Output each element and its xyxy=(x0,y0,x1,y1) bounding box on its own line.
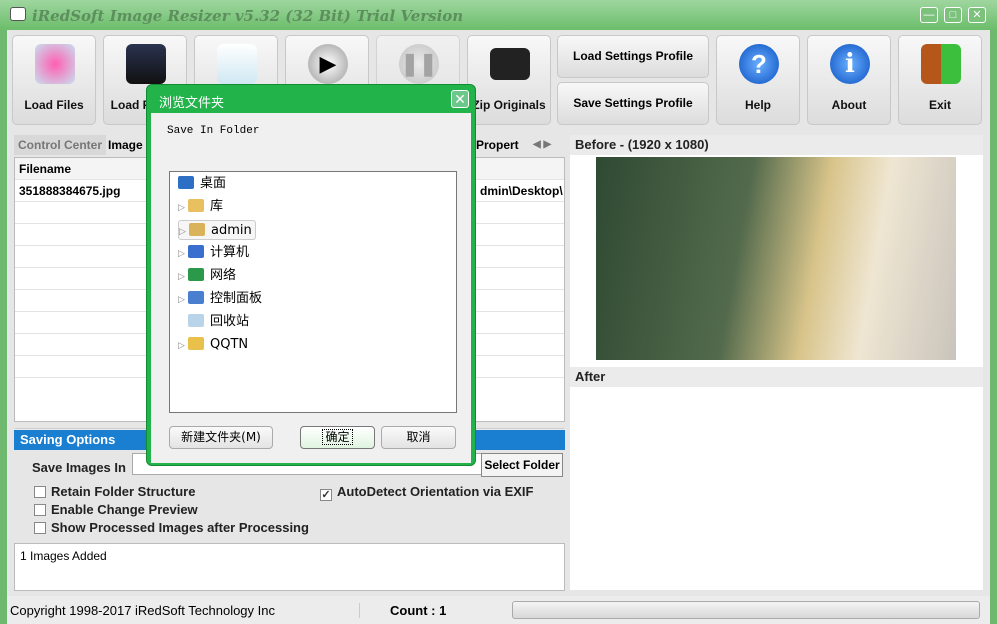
tree-item-label: 网络 xyxy=(210,268,237,283)
tree-item[interactable]: 回收站 xyxy=(178,312,249,332)
save-settings-profile-button[interactable]: Save Settings Profile xyxy=(557,82,709,125)
cancel-button[interactable]: 取消 xyxy=(381,426,456,449)
load-files-button[interactable]: Load Files xyxy=(12,35,96,125)
folder-icon xyxy=(188,291,204,304)
maximize-button[interactable]: □ xyxy=(944,7,962,23)
tab-control-center[interactable]: Control Center xyxy=(14,135,106,155)
close-button[interactable]: ✕ xyxy=(968,7,986,23)
exit-button[interactable]: Exit xyxy=(898,35,982,125)
tab-image[interactable]: Image xyxy=(104,135,147,155)
ok-button[interactable]: 确定 xyxy=(300,426,375,449)
exit-door-icon xyxy=(921,44,961,84)
tree-item-label: 控制面板 xyxy=(210,291,263,306)
tree-item[interactable]: 桌面 xyxy=(178,174,226,194)
expand-arrow-icon[interactable]: ▷ xyxy=(178,198,188,218)
zip-originals-button[interactable]: Zip Originals xyxy=(467,35,551,125)
tree-item[interactable]: ▷ 计算机 xyxy=(178,243,249,263)
save-images-in-label: Save Images In xyxy=(32,460,126,475)
count-text: Count : 1 xyxy=(359,603,509,618)
dialog-title: 浏览文件夹 xyxy=(159,95,225,110)
path-cell: dmin\Desktop\ xyxy=(480,184,563,198)
help-icon: ? xyxy=(739,44,779,84)
black-folder-icon xyxy=(490,48,530,80)
tree-item[interactable]: ▷ 网络 xyxy=(178,266,236,286)
window-title: iRedSoft Image Resizer v5.32 (32 Bit) Tr… xyxy=(32,7,464,25)
retain-folder-structure-checkbox[interactable]: Retain Folder Structure xyxy=(34,484,195,499)
tree-item-label: 计算机 xyxy=(210,245,250,260)
about-button[interactable]: i About xyxy=(807,35,891,125)
dialog-close-button[interactable]: ✕ xyxy=(451,90,469,108)
pause-icon: ❚❚ xyxy=(399,44,439,84)
show-processed-images-checkbox[interactable]: Show Processed Images after Processing xyxy=(34,520,309,535)
tree-item-label: admin xyxy=(211,223,252,238)
tree-item[interactable]: ▷ QQTN xyxy=(178,335,248,355)
autodetect-orientation-checkbox[interactable]: ✓ AutoDetect Orientation via EXIF xyxy=(320,484,533,501)
folder-icon xyxy=(188,245,204,258)
expand-arrow-icon[interactable]: ▷ xyxy=(178,244,188,264)
progress-bar xyxy=(512,601,980,619)
browse-folder-dialog: 浏览文件夹 ✕ Save In Folder 桌面 ▷ 库 ▷ admin ▷ 计算机 ▷ 网络… xyxy=(146,84,476,466)
expand-arrow-icon[interactable]: ▷ xyxy=(178,267,188,287)
expand-arrow-icon[interactable]: ▷ xyxy=(178,290,188,310)
folder-icon xyxy=(188,314,204,327)
camera-folder-icon xyxy=(126,44,166,84)
folder-icon xyxy=(188,199,204,212)
tree-item-label: 回收站 xyxy=(210,314,250,329)
flower-image-icon xyxy=(35,44,75,84)
help-button[interactable]: ? Help xyxy=(716,35,800,125)
info-icon: i xyxy=(830,44,870,84)
copyright-text: Copyright 1998-2017 iRedSoft Technology … xyxy=(10,603,275,618)
folder-tree[interactable]: 桌面 ▷ 库 ▷ admin ▷ 计算机 ▷ 网络 ▷ 控制面板 回收站 ▷ QQTN xyxy=(169,171,457,413)
tree-item[interactable]: ▷ 库 xyxy=(178,197,223,217)
title-bar: iRedSoft Image Resizer v5.32 (32 Bit) Tr… xyxy=(0,0,997,30)
new-folder-button[interactable]: 新建文件夹(M) xyxy=(169,426,273,449)
before-header: Before - (1920 x 1080) xyxy=(570,135,983,155)
blank-page-icon xyxy=(217,44,257,84)
expand-arrow-icon[interactable]: ▷ xyxy=(178,336,188,356)
log-box: 1 Images Added xyxy=(14,543,565,591)
folder-icon xyxy=(188,337,204,350)
folder-icon xyxy=(188,268,204,281)
tab-properties[interactable]: Propert xyxy=(472,135,523,155)
tree-item-label: 库 xyxy=(210,199,224,214)
tree-item[interactable]: ▷ admin xyxy=(178,220,256,240)
load-settings-profile-button[interactable]: Load Settings Profile xyxy=(557,35,709,78)
enable-change-preview-checkbox[interactable]: Enable Change Preview xyxy=(34,502,198,517)
play-icon: ▶ xyxy=(308,44,348,84)
tree-item-label: 桌面 xyxy=(200,176,227,191)
status-bar: Copyright 1998-2017 iRedSoft Technology … xyxy=(7,596,990,624)
filename-cell: 351888384675.jpg xyxy=(19,184,121,198)
tab-scroll-arrows[interactable]: ◀ ▶ ▼ xyxy=(529,135,565,170)
after-header: After xyxy=(570,367,983,387)
tree-item[interactable]: ▷ 控制面板 xyxy=(178,289,262,309)
preview-panel: Before - (1920 x 1080) After xyxy=(570,135,983,590)
expand-arrow-icon[interactable]: ▷ xyxy=(179,222,189,242)
folder-icon xyxy=(189,223,205,236)
folder-icon xyxy=(178,176,194,189)
select-folder-button[interactable]: Select Folder xyxy=(481,453,563,477)
tree-item-label: QQTN xyxy=(210,337,249,352)
dialog-prompt: Save In Folder xyxy=(167,125,260,137)
minimize-button[interactable]: — xyxy=(920,7,938,23)
app-icon xyxy=(10,7,26,21)
before-image xyxy=(596,157,956,360)
